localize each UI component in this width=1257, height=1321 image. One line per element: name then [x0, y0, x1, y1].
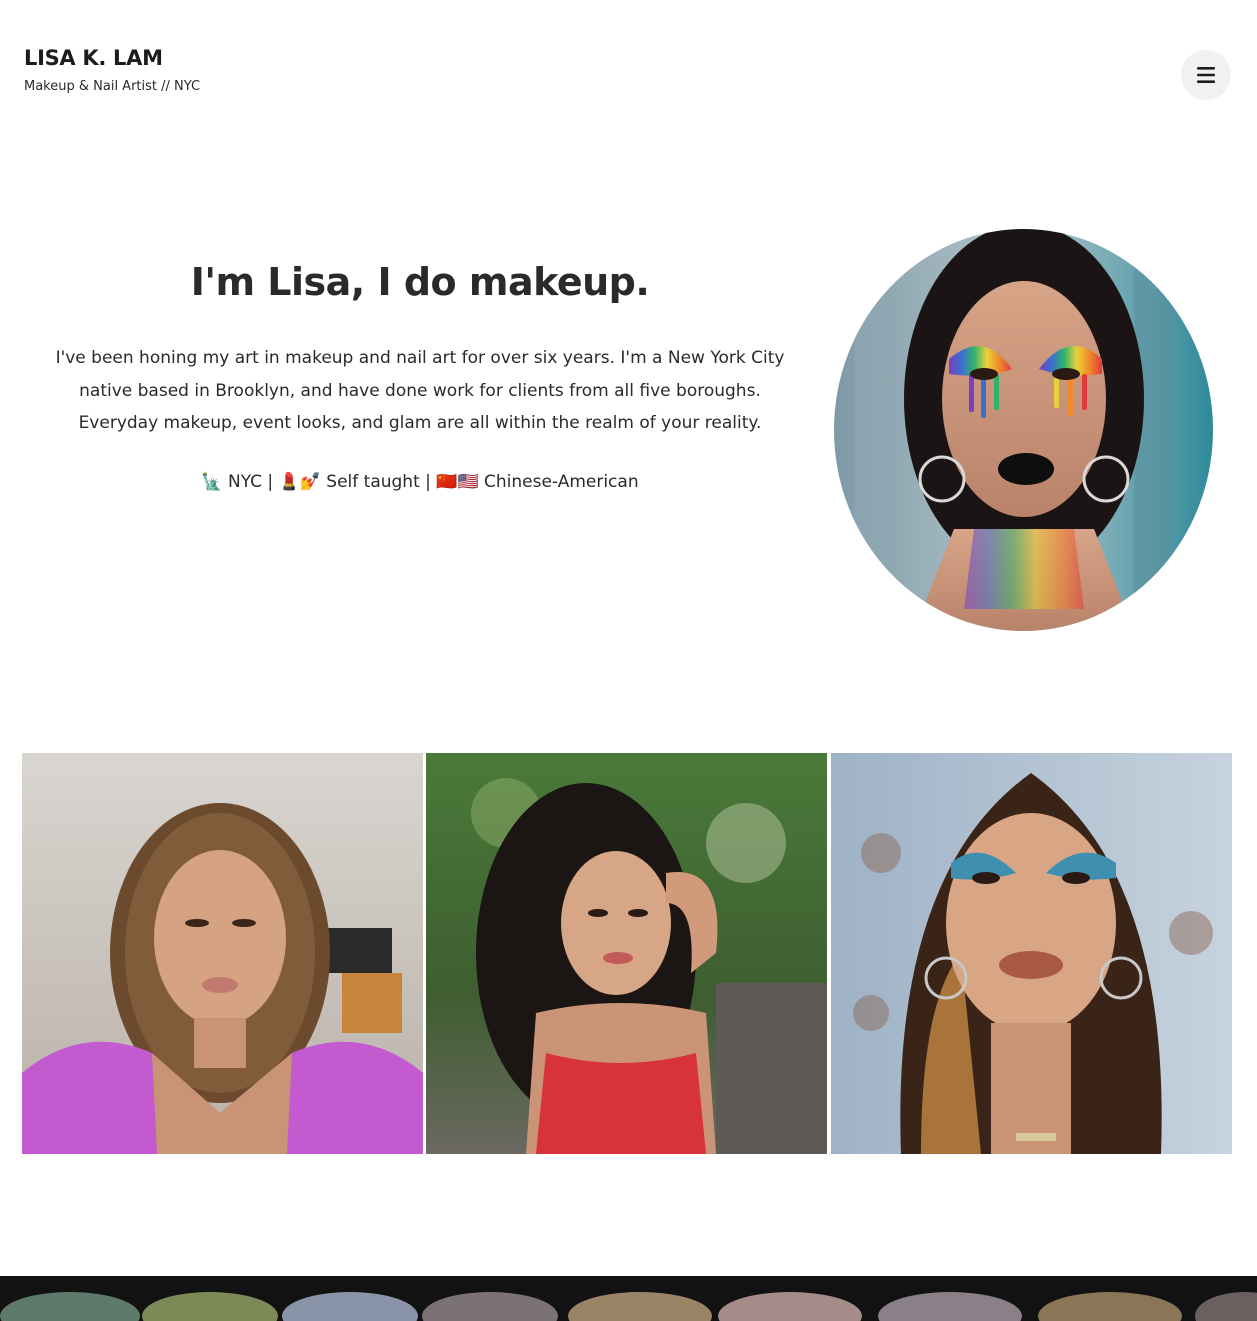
site-header: LISA K. LAM Makeup & Nail Artist // NYC — [0, 0, 1257, 150]
portrait-photo — [834, 229, 1213, 631]
site-title-link[interactable]: LISA K. LAM — [24, 46, 163, 70]
menu-button[interactable] — [1181, 50, 1231, 100]
gallery-photo-1[interactable] — [22, 753, 423, 1154]
intro-heading: I'm Lisa, I do makeup. — [190, 260, 650, 304]
hamburger-menu-icon — [1196, 66, 1216, 84]
gallery-photo-2[interactable] — [426, 753, 827, 1154]
intro-tagline: 🗽 NYC | 💄💅 Self taught | 🇨🇳🇺🇸 Chinese-Am… — [201, 472, 639, 492]
eyeshadow-palette-banner — [0, 1276, 1257, 1321]
gallery-photo-3[interactable] — [831, 753, 1232, 1154]
site-tagline: Makeup & Nail Artist // NYC — [24, 79, 201, 94]
intro-paragraph: I've been honing my art in makeup and na… — [55, 348, 785, 433]
